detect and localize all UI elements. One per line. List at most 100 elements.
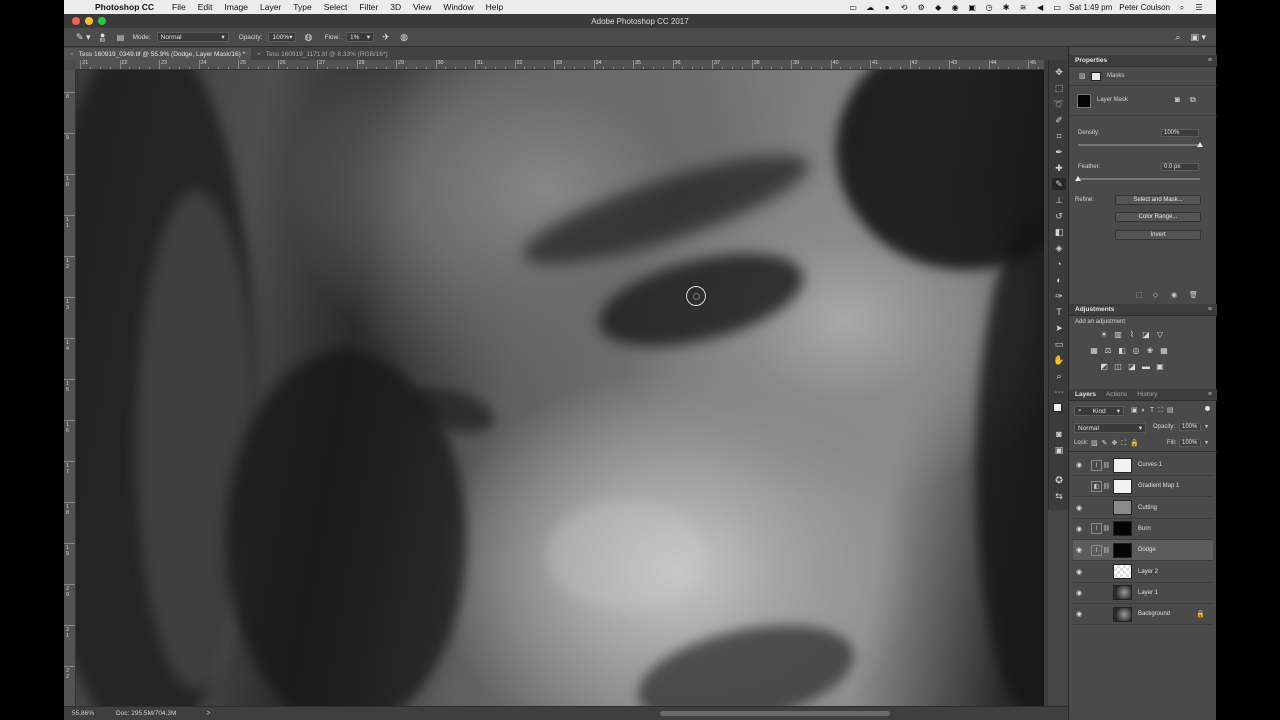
sync-icon[interactable]: ⟲ xyxy=(899,3,909,12)
panel-toggle-icon[interactable]: ⇆ xyxy=(1052,490,1066,502)
blend-mode-select[interactable]: Normal ▾ xyxy=(1074,423,1146,433)
exposure-icon[interactable]: ◪ xyxy=(1141,329,1151,339)
chain-link-icon[interactable]: ⛓ xyxy=(1102,462,1111,469)
channel-mixer-icon[interactable]: ❀ xyxy=(1145,345,1155,355)
tab-history[interactable]: History xyxy=(1137,391,1157,398)
brush-panel-toggle-icon[interactable]: ▤ xyxy=(115,31,127,43)
clone-stamp-tool-icon[interactable]: ⊥ xyxy=(1052,194,1066,206)
mask-mode-icon[interactable] xyxy=(1091,72,1101,81)
marquee-tool-icon[interactable]: ⬚ xyxy=(1052,82,1066,94)
feather-slider-track[interactable] xyxy=(1078,178,1200,180)
menu-layer[interactable]: Layer xyxy=(260,2,281,12)
hue-saturation-icon[interactable]: ▦ xyxy=(1089,345,1099,355)
layer-opacity-field[interactable]: 100% xyxy=(1179,423,1201,431)
panel-menu-icon[interactable]: ≡ xyxy=(1208,391,1212,398)
layer-row-curves-1[interactable]: ◉ ⌇ ⛓ Curves 1 xyxy=(1073,455,1213,476)
layer-name[interactable]: Cutting xyxy=(1138,505,1157,511)
extra-tool-icon[interactable]: ✪ xyxy=(1052,474,1066,486)
fill-field[interactable]: 100% xyxy=(1179,439,1201,447)
brush-tool-icon[interactable]: ✎ xyxy=(1052,178,1066,190)
menu-type[interactable]: Type xyxy=(293,2,311,12)
density-slider-track[interactable] xyxy=(1078,144,1200,146)
layer-row-layer-2[interactable]: ◉ Layer 2 xyxy=(1073,562,1213,583)
flow-field[interactable]: 1% ▾ xyxy=(346,32,375,42)
path-selection-tool-icon[interactable]: ➤ xyxy=(1052,322,1066,334)
type-tool-icon[interactable]: T xyxy=(1052,306,1066,318)
layer-row-dodge[interactable]: ◉ ⌇ ⛓ Dodge xyxy=(1073,540,1213,562)
layer-name[interactable]: Layer 2 xyxy=(1138,569,1158,575)
ruler-origin[interactable] xyxy=(64,60,76,70)
spotlight-icon[interactable]: ⌕ xyxy=(1177,3,1187,12)
pixel-mask-icon[interactable]: ▨ xyxy=(1079,72,1086,80)
menu-extra-icon[interactable]: ◉ xyxy=(950,3,960,12)
layer-row-layer-1[interactable]: ◉ Layer 1 xyxy=(1073,583,1213,604)
app-menu[interactable]: Photoshop CC xyxy=(95,2,154,12)
eraser-tool-icon[interactable]: ◧ xyxy=(1052,226,1066,238)
gradient-map-icon[interactable]: ▬ xyxy=(1141,361,1151,371)
vector-mask-icon[interactable]: ⧉ xyxy=(1190,95,1196,105)
dodge-tool-icon[interactable]: ◐ xyxy=(1052,274,1066,286)
document-canvas[interactable] xyxy=(76,70,1044,706)
levels-icon[interactable]: ▥ xyxy=(1113,329,1123,339)
density-field[interactable]: 100% xyxy=(1161,129,1199,137)
chain-link-icon[interactable]: ⛓ xyxy=(1102,483,1111,490)
pressure-size-icon[interactable]: ◍ xyxy=(398,31,410,43)
cloud-icon[interactable]: ☁ xyxy=(865,3,875,12)
layer-name[interactable]: Burn xyxy=(1138,526,1151,532)
foreground-color-swatch[interactable] xyxy=(1053,403,1062,412)
menu-window[interactable]: Window xyxy=(443,2,473,12)
layer-mask-icon[interactable]: ◙ xyxy=(1175,95,1180,104)
layer-name[interactable]: Curves 1 xyxy=(1138,462,1162,468)
layer-row-background[interactable]: ◉ Background 🔒 xyxy=(1073,604,1213,626)
chevron-down-icon[interactable]: ▾ xyxy=(1205,423,1208,430)
vibrance-icon[interactable]: ▽ xyxy=(1155,329,1165,339)
settings-icon[interactable]: ⚙ xyxy=(916,3,926,12)
filter-toggle-icon[interactable] xyxy=(1205,406,1210,411)
horizontal-scrollbar-thumb[interactable] xyxy=(660,711,890,716)
layer-filter-icons[interactable]: ▣◐T⛶▤ xyxy=(1131,406,1178,415)
eye-icon[interactable]: ◉ xyxy=(1073,461,1085,469)
notification-center-icon[interactable]: ☰ xyxy=(1194,3,1204,12)
brush-preset-picker[interactable]: ● 80 xyxy=(97,30,109,43)
pressure-opacity-icon[interactable]: ◍ xyxy=(302,31,314,43)
layer-thumbnail[interactable] xyxy=(1113,564,1132,579)
panel-menu-icon[interactable]: ≡ xyxy=(1208,57,1212,64)
menu-select[interactable]: Select xyxy=(324,2,348,12)
eye-icon[interactable]: ◉ xyxy=(1073,504,1085,512)
clock[interactable]: Sat 1:49 pm xyxy=(1069,3,1112,12)
visibility-icon[interactable]: ◉ xyxy=(1171,291,1177,299)
extension-icon[interactable]: ▣ xyxy=(967,3,977,12)
tab-layers[interactable]: Layers xyxy=(1075,391,1096,398)
airbrush-icon[interactable]: ✈ xyxy=(380,31,392,43)
opacity-field[interactable]: 100% ▾ xyxy=(268,32,297,42)
feather-slider-thumb[interactable] xyxy=(1075,176,1081,181)
adjustments-panel-header[interactable]: Adjustments ≡ xyxy=(1069,304,1217,316)
vertical-ruler[interactable]: 8 9 1 0 1 1 1 2 1 3 1 4 1 5 1 6 1 7 1 8 1 9 2 0 2 1 2 … xyxy=(64,70,76,706)
user-name[interactable]: Peter Coulson xyxy=(1119,3,1170,12)
close-tab-icon[interactable]: × xyxy=(70,51,74,58)
horizontal-ruler[interactable]: 21 22 23 24 25 26 27 28 29 30 31 32 33 34 35 36 37 38 39 40… xyxy=(76,60,1044,70)
layer-thumbnail[interactable] xyxy=(1113,542,1132,558)
quick-mask-icon[interactable]: ◙ xyxy=(1052,428,1066,440)
color-range-button[interactable]: Color Range... xyxy=(1115,212,1201,222)
delete-mask-icon[interactable]: 🗑 xyxy=(1189,291,1198,299)
layer-name[interactable]: Gradient Map 1 xyxy=(1138,483,1179,489)
crop-tool-icon[interactable]: ⌗ xyxy=(1052,130,1066,142)
mode-select[interactable]: Normal ▾ xyxy=(156,32,229,42)
layer-row-gradient-map-1[interactable]: ◧ ⛓ Gradient Map 1 xyxy=(1073,476,1213,498)
black-white-icon[interactable]: ◧ xyxy=(1117,345,1127,355)
lasso-tool-icon[interactable]: ➰ xyxy=(1052,98,1066,110)
search-icon[interactable]: ⌕ xyxy=(1175,32,1180,43)
posterize-icon[interactable]: ◫ xyxy=(1113,361,1123,371)
layer-name[interactable]: Background xyxy=(1138,611,1170,617)
tab-document-active[interactable]: × Tess 160919_0349.tif @ 55.9% (Dodge, L… xyxy=(64,48,252,60)
battery-icon[interactable]: ▭ xyxy=(1052,3,1062,12)
layer-thumbnail[interactable] xyxy=(1113,521,1132,537)
invert-adjustment-icon[interactable]: ◩ xyxy=(1099,361,1109,371)
curves-icon[interactable]: ⌇ xyxy=(1127,329,1137,339)
eyedropper-tool-icon[interactable]: ✒ xyxy=(1052,146,1066,158)
maximize-window-button[interactable] xyxy=(98,17,106,25)
menu-file[interactable]: File xyxy=(172,2,186,12)
chain-link-icon[interactable]: ⛓ xyxy=(1102,525,1111,532)
color-swatches[interactable] xyxy=(1052,402,1066,420)
